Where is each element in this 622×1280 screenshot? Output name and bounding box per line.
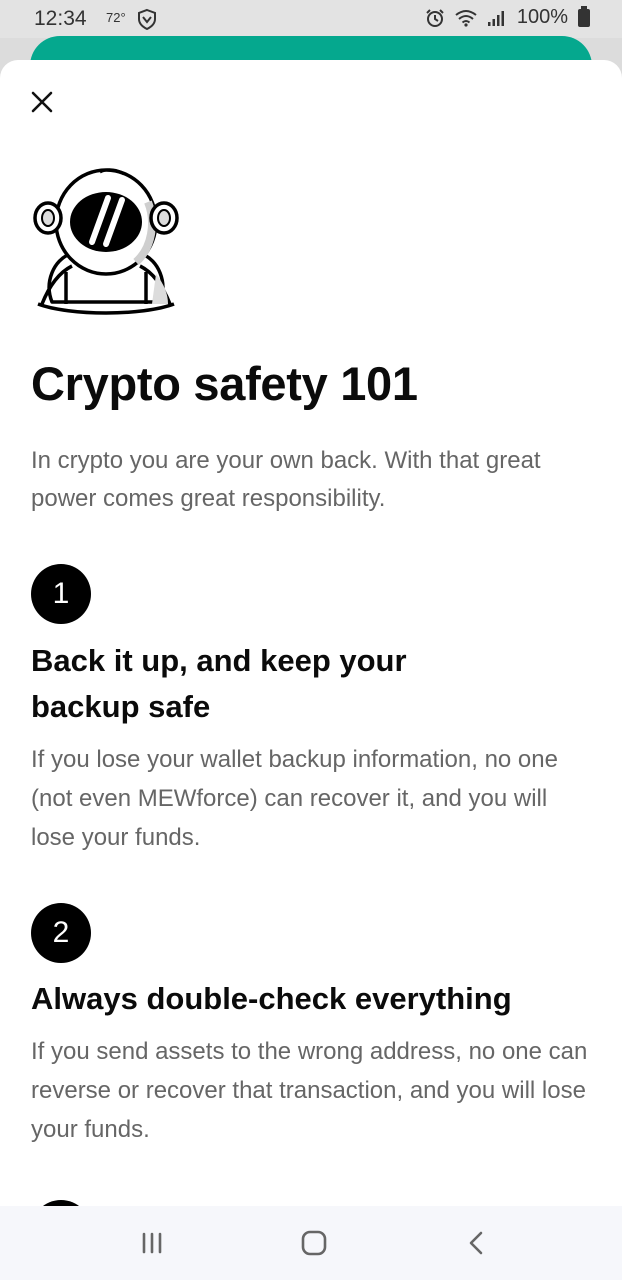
- signal-icon: [487, 10, 504, 26]
- shield-icon: [138, 8, 156, 30]
- status-bar: 12:34 72° 100%: [0, 0, 622, 38]
- wifi-icon: [455, 9, 477, 27]
- astronaut-mascot-icon: [33, 168, 179, 315]
- step-number-badge: 1: [31, 564, 91, 624]
- back-icon[interactable]: [456, 1228, 496, 1258]
- recents-icon[interactable]: [132, 1228, 172, 1258]
- alarm-icon: [426, 8, 444, 27]
- page-title: Crypto safety 101: [31, 357, 418, 410]
- step-number-badge: 2: [31, 903, 91, 963]
- step-body: If you send assets to the wrong address,…: [31, 1038, 588, 1143]
- step-title-line: Back it up, and keep your: [31, 643, 407, 678]
- battery-percent: 100%: [516, 6, 568, 28]
- intro-text: In crypto you are your own back. With th…: [31, 447, 541, 512]
- system-nav-bar: [0, 1206, 622, 1280]
- status-time: 12:34: [34, 7, 87, 30]
- home-icon[interactable]: [294, 1228, 334, 1258]
- step-number: 1: [52, 577, 70, 610]
- battery-icon: [578, 5, 590, 27]
- step-body: If you lose your wallet backup informati…: [31, 746, 558, 851]
- status-temperature: 72°: [106, 10, 126, 25]
- step-title-line: backup safe: [31, 689, 211, 724]
- crypto-safety-sheet: Crypto safety 101 In crypto you are your…: [0, 60, 622, 1210]
- step-title: Back it up, and keep your backup safe: [31, 638, 407, 730]
- close-icon[interactable]: [28, 88, 56, 116]
- step-number: 2: [52, 916, 70, 949]
- step-title: Always double-check everything: [31, 981, 512, 1016]
